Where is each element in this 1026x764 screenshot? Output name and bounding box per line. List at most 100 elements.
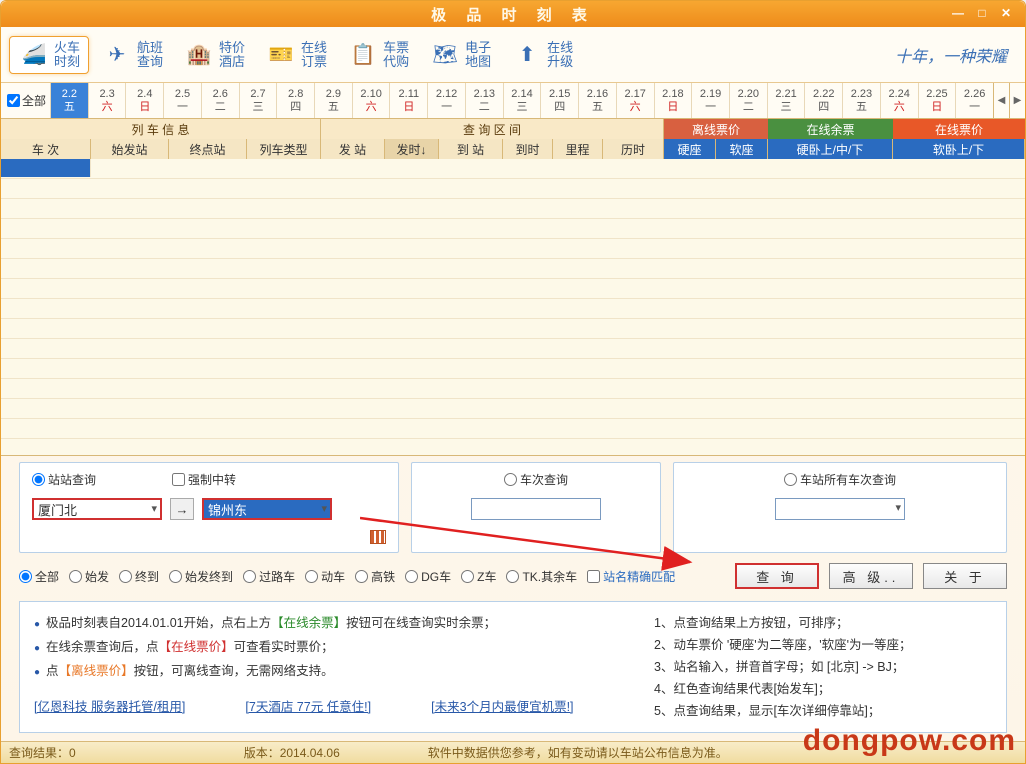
- about-button[interactable]: 关 于: [923, 563, 1007, 589]
- date-2.11[interactable]: 2.11日: [389, 83, 427, 118]
- header-online-remain[interactable]: 在线余票: [768, 119, 893, 139]
- date-2.3[interactable]: 2.3六: [88, 83, 126, 118]
- slogan: 十年，一种荣耀: [895, 43, 1017, 67]
- grid-header-group: 列 车 信 息 查 询 区 间 离线票价 在线余票 在线票价: [1, 119, 1025, 139]
- tip-4: 4、红色查询结果代表[始发车]；: [654, 678, 992, 700]
- date-2.17[interactable]: 2.17六: [616, 83, 654, 118]
- col-10[interactable]: 硬座: [664, 139, 716, 159]
- train-query-radio[interactable]: 车次查询: [504, 471, 568, 488]
- date-2.9[interactable]: 2.9五: [314, 83, 352, 118]
- date-2.14[interactable]: 2.14三: [503, 83, 541, 118]
- filter-dong[interactable]: 动车: [305, 568, 345, 585]
- filter-gao[interactable]: 高铁: [355, 568, 395, 585]
- toolbar-btn-4[interactable]: 📋车票代购: [339, 37, 417, 73]
- from-station-combo[interactable]: 厦门北: [32, 498, 162, 520]
- filter-end[interactable]: 终到: [119, 568, 159, 585]
- force-transfer-checkbox[interactable]: 强制中转: [172, 471, 236, 488]
- date-2.20[interactable]: 2.20二: [729, 83, 767, 118]
- date-2.10[interactable]: 2.10六: [352, 83, 390, 118]
- status-version: 版本：2014.04.06: [244, 744, 340, 761]
- col-7[interactable]: 到时: [503, 139, 553, 159]
- col-13[interactable]: 软卧上/下: [893, 139, 1025, 159]
- date-2.13[interactable]: 2.13二: [465, 83, 503, 118]
- link-server[interactable]: [亿恩科技 服务器托管/租用]: [34, 696, 185, 718]
- toolbar-icon-6: ⬆: [511, 41, 543, 69]
- station-all-radio[interactable]: 车站所有车次查询: [784, 471, 896, 488]
- tip-5: 5、点查询结果，显示[车次详细停靠站]；: [654, 700, 992, 722]
- app-title: 极 品 时 刻 表: [431, 4, 595, 25]
- date-2.6[interactable]: 2.6二: [201, 83, 239, 118]
- col-3[interactable]: 列车类型: [247, 139, 321, 159]
- header-online-price[interactable]: 在线票价: [893, 119, 1025, 139]
- date-2.23[interactable]: 2.23五: [842, 83, 880, 118]
- col-9[interactable]: 历时: [603, 139, 664, 159]
- toolbar-icon-2: 🏨: [183, 41, 215, 69]
- col-4[interactable]: 发 站: [321, 139, 385, 159]
- filter-pass[interactable]: 过路车: [243, 568, 295, 585]
- toolbar-btn-3[interactable]: 🎫在线订票: [257, 37, 335, 73]
- to-station-combo[interactable]: 锦州东: [202, 498, 332, 520]
- date-2.4[interactable]: 2.4日: [125, 83, 163, 118]
- col-8[interactable]: 里程: [553, 139, 603, 159]
- date-2.2[interactable]: 2.2五: [50, 83, 88, 118]
- tip-3: 3、站名输入，拼音首字母；如 [北京] -> BJ；: [654, 656, 992, 678]
- date-2.15[interactable]: 2.15四: [540, 83, 578, 118]
- date-2.25[interactable]: 2.25日: [918, 83, 956, 118]
- date-2.16[interactable]: 2.16五: [578, 83, 616, 118]
- col-5[interactable]: 发时↓: [385, 139, 439, 159]
- query-button[interactable]: 查 询: [735, 563, 819, 589]
- toolbar-icon-3: 🎫: [265, 41, 297, 69]
- link-hotel[interactable]: [7天酒店 77元 任意住!]: [245, 696, 371, 718]
- grid-body[interactable]: for(let i=0;i<14;i++)document.write('<di…: [1, 159, 1025, 456]
- advanced-button[interactable]: 高 级..: [829, 563, 913, 589]
- date-2.22[interactable]: 2.22四: [804, 83, 842, 118]
- station-all-combo[interactable]: [775, 498, 905, 520]
- date-2.5[interactable]: 2.5一: [163, 83, 201, 118]
- exact-match-checkbox[interactable]: 站名精确匹配: [587, 568, 675, 585]
- toolbar-btn-2[interactable]: 🏨特价酒店: [175, 37, 253, 73]
- date-2.12[interactable]: 2.12一: [427, 83, 465, 118]
- col-0[interactable]: 车 次: [1, 139, 91, 159]
- all-dates-checkbox[interactable]: 全部: [3, 83, 50, 118]
- note-1: 极品时刻表自2014.01.01开始，点右上方【在线余票】按钮可在线查询实时余票…: [34, 612, 654, 636]
- selected-cell[interactable]: [1, 159, 91, 177]
- date-2.8[interactable]: 2.8四: [276, 83, 314, 118]
- col-1[interactable]: 始发站: [91, 139, 169, 159]
- date-2.19[interactable]: 2.19一: [691, 83, 729, 118]
- toolbar-icon-0: 🚄: [18, 41, 50, 69]
- col-6[interactable]: 到 站: [439, 139, 503, 159]
- note-3: 点【离线票价】按钮，可离线查询，无需网络支持。: [34, 660, 654, 684]
- header-offline-price[interactable]: 离线票价: [664, 119, 768, 139]
- toolbar-icon-1: ✈: [101, 41, 133, 69]
- swap-stations-button[interactable]: →: [170, 498, 194, 520]
- header-query-section: 查 询 区 间: [321, 119, 664, 139]
- date-2.7[interactable]: 2.7三: [239, 83, 277, 118]
- toolbar-btn-0[interactable]: 🚄火车时刻: [9, 36, 89, 74]
- date-prev-button[interactable]: ◀: [993, 83, 1009, 118]
- toolbar-btn-6[interactable]: ⬆在线升级: [503, 37, 581, 73]
- filter-start[interactable]: 始发: [69, 568, 109, 585]
- date-2.21[interactable]: 2.21三: [767, 83, 805, 118]
- col-11[interactable]: 软座: [716, 139, 768, 159]
- date-next-button[interactable]: ▶: [1009, 83, 1025, 118]
- filter-all[interactable]: 全部: [19, 568, 59, 585]
- toolbar-btn-5[interactable]: 🗺电子地图: [421, 37, 499, 73]
- date-2.26[interactable]: 2.26一: [955, 83, 993, 118]
- train-number-input[interactable]: [471, 498, 601, 520]
- col-2[interactable]: 终点站: [169, 139, 247, 159]
- date-2.24[interactable]: 2.24六: [880, 83, 918, 118]
- calendar-icon[interactable]: [370, 530, 386, 544]
- filter-z[interactable]: Z车: [461, 568, 496, 585]
- date-2.18[interactable]: 2.18日: [654, 83, 692, 118]
- filter-startend[interactable]: 始发终到: [169, 568, 233, 585]
- filter-tk[interactable]: TK.其余车: [506, 568, 577, 585]
- link-flight[interactable]: [未来3个月内最便宜机票!]: [431, 696, 573, 718]
- filter-dg[interactable]: DG车: [405, 568, 451, 585]
- maximize-button[interactable]: □: [977, 5, 995, 21]
- close-button[interactable]: ✕: [1001, 5, 1019, 21]
- tip-1: 1、点查询结果上方按钮，可排序；: [654, 612, 992, 634]
- station-query-radio[interactable]: 站站查询: [32, 471, 96, 488]
- col-12[interactable]: 硬卧上/中/下: [768, 139, 893, 159]
- toolbar-btn-1[interactable]: ✈航班查询: [93, 37, 171, 73]
- minimize-button[interactable]: —: [953, 5, 971, 21]
